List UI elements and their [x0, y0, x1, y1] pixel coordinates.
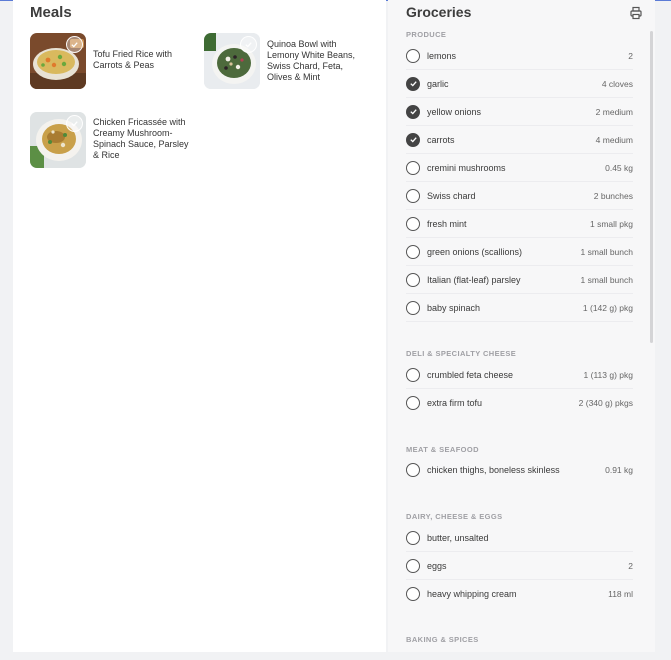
meal-card[interactable]: Tofu Fried Rice with Carrots & Peas — [30, 33, 193, 89]
grocery-item[interactable]: garlic 4 cloves — [406, 70, 633, 98]
unchecked-circle-icon[interactable] — [406, 463, 420, 477]
grocery-item[interactable]: crumbled feta cheese 1 (113 g) pkg — [406, 361, 633, 389]
meal-name[interactable]: Tofu Fried Rice with Carrots & Peas — [93, 49, 193, 71]
unchecked-circle-icon[interactable] — [406, 272, 420, 287]
grocery-item[interactable]: fresh mint 1 small pkg — [406, 210, 633, 238]
meals-title: Meals — [30, 4, 72, 21]
unchecked-circle-icon[interactable] — [406, 367, 420, 382]
meal-select-check-icon[interactable] — [240, 36, 257, 53]
meal-card[interactable]: Chicken Fricassée with Creamy Mushroom-S… — [30, 112, 193, 168]
section-label-meat: MEAT & SEAFOOD — [406, 445, 479, 454]
grocery-item[interactable]: extra firm tofu 2 (340 g) pkgs — [406, 389, 633, 417]
grocery-item[interactable]: yellow onions 2 medium — [406, 98, 633, 126]
groceries-title: Groceries — [406, 4, 472, 20]
grocery-item[interactable]: green onions (scallions) 1 small bunch — [406, 238, 633, 266]
unchecked-circle-icon[interactable] — [406, 558, 420, 573]
section-label-dairy: DAIRY, CHEESE & EGGS — [406, 512, 503, 521]
section-label-baking: BAKING & SPICES — [406, 635, 479, 644]
grocery-item[interactable]: cremini mushrooms 0.45 kg — [406, 154, 633, 182]
unchecked-circle-icon[interactable] — [406, 216, 420, 231]
unchecked-circle-icon[interactable] — [406, 160, 420, 175]
grocery-item[interactable]: butter, unsalted — [406, 524, 633, 552]
meal-select-check-icon[interactable] — [66, 115, 83, 132]
meal-photo — [30, 112, 86, 168]
grocery-item[interactable]: lemons 2 — [406, 42, 633, 70]
meals-panel: Meals Tofu Fried Rice with Carrots & Pea… — [13, 0, 386, 652]
grocery-item[interactable]: carrots 4 medium — [406, 126, 633, 154]
unchecked-circle-icon[interactable] — [406, 530, 420, 545]
section-label-deli: DELI & SPECIALTY CHEESE — [406, 349, 517, 358]
meal-name[interactable]: Quinoa Bowl with Lemony White Beans, Swi… — [267, 39, 369, 83]
meal-photo — [204, 33, 260, 89]
meal-photo — [30, 33, 86, 89]
meal-name[interactable]: Chicken Fricassée with Creamy Mushroom-S… — [93, 117, 193, 161]
grocery-item[interactable]: eggs 2 — [406, 552, 633, 580]
groceries-panel: Groceries PRODUCE lemons 2 garlic 4 clov… — [388, 0, 655, 652]
checked-circle-icon[interactable] — [406, 132, 420, 147]
unchecked-circle-icon[interactable] — [406, 48, 420, 63]
meal-card[interactable]: Quinoa Bowl with Lemony White Beans, Swi… — [204, 33, 369, 89]
printer-icon[interactable] — [629, 6, 643, 20]
section-label-produce: PRODUCE — [406, 30, 447, 39]
grocery-item[interactable]: Italian (flat-leaf) parsley 1 small bunc… — [406, 266, 633, 294]
groceries-scrollbar[interactable] — [650, 31, 653, 343]
unchecked-circle-icon[interactable] — [406, 244, 420, 259]
grocery-item[interactable]: Swiss chard 2 bunches — [406, 182, 633, 210]
grocery-item[interactable]: baby spinach 1 (142 g) pkg — [406, 294, 633, 322]
checked-circle-icon[interactable] — [406, 104, 420, 119]
grocery-item[interactable]: chicken thighs, boneless skinless 0.91 k… — [406, 456, 633, 484]
unchecked-circle-icon[interactable] — [406, 188, 420, 203]
unchecked-circle-icon[interactable] — [406, 300, 420, 315]
grocery-item[interactable]: heavy whipping cream 118 ml — [406, 580, 633, 608]
checked-circle-icon[interactable] — [406, 76, 420, 91]
unchecked-circle-icon[interactable] — [406, 396, 420, 410]
meal-select-check-icon[interactable] — [66, 36, 83, 53]
unchecked-circle-icon[interactable] — [406, 587, 420, 601]
